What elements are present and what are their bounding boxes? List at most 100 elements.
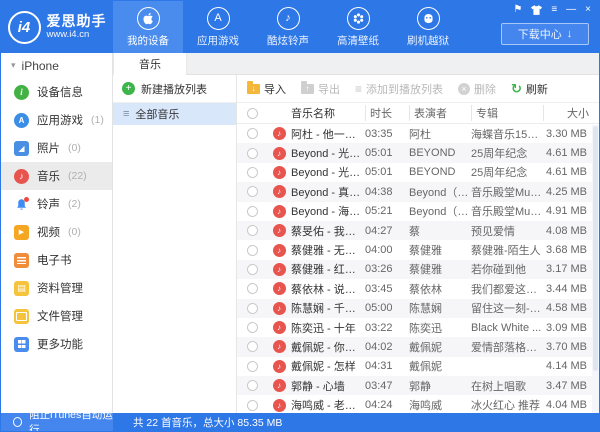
row-checkbox[interactable] bbox=[246, 322, 258, 334]
window-controls: ⚑ ≡ — × bbox=[513, 4, 591, 16]
refresh-button[interactable]: ↻ 刷新 bbox=[511, 81, 548, 97]
song-size: 4.61 MB bbox=[546, 147, 587, 160]
ringtone-icon: ♪ bbox=[276, 6, 300, 30]
nav-tab-ringtones[interactable]: ♪ 酷炫铃声 bbox=[253, 1, 323, 53]
column-header-artist[interactable]: 表演者 bbox=[409, 105, 471, 121]
song-size: 4.61 MB bbox=[546, 166, 587, 179]
row-checkbox[interactable] bbox=[246, 186, 258, 198]
column-header-name[interactable]: 音乐名称 bbox=[291, 105, 365, 121]
app-url: www.i4.cn bbox=[46, 28, 90, 40]
column-header-album[interactable]: 专辑 bbox=[471, 105, 543, 121]
sidebar-item-more-features[interactable]: 更多功能 bbox=[1, 330, 112, 358]
row-checkbox[interactable] bbox=[246, 166, 258, 178]
toggle-circle-icon[interactable] bbox=[13, 417, 23, 427]
sidebar-item-videos[interactable]: ▶ 视频 (0) bbox=[1, 218, 112, 246]
device-header[interactable]: ▾ iPhone bbox=[1, 53, 112, 78]
table-row[interactable]: ♪ 蔡健雅 - 无底洞 04:00 蔡健雅 蔡健雅-陌生人 3.68 MB bbox=[237, 240, 599, 259]
playlist-item-all-music[interactable]: ≡ 全部音乐 bbox=[113, 103, 236, 125]
song-note-icon: ♪ bbox=[272, 243, 286, 257]
table-row[interactable]: ♪ 蔡健雅 - 红色高跟鞋 03:26 蔡健雅 若你碰到他 3.17 MB bbox=[237, 259, 599, 280]
import-button[interactable]: ↓ 导入 bbox=[247, 81, 286, 97]
row-checkbox[interactable] bbox=[246, 225, 258, 237]
add-to-playlist-button[interactable]: ≡ 添加到播放列表 bbox=[355, 81, 443, 97]
sidebar-item-device-info[interactable]: i 设备信息 bbox=[1, 78, 112, 106]
column-header-size[interactable]: 大小 bbox=[543, 105, 599, 121]
sidebar-item-music[interactable]: ♪ 音乐 (22) bbox=[1, 162, 112, 190]
new-playlist-button[interactable]: + 新建播放列表 bbox=[113, 75, 236, 103]
feedback-flag-icon[interactable]: ⚑ bbox=[513, 4, 522, 16]
table-row[interactable]: ♪ 郭静 - 心墙 03:47 郭静 在树上唱歌 3.47 MB bbox=[237, 376, 599, 396]
table-row[interactable]: ♪ 海鸣威 - 老人与海 04:24 海鸣威 冰火红心 推荐 4.04 MB bbox=[237, 395, 599, 413]
song-note-icon: ♪ bbox=[272, 224, 286, 238]
table-row[interactable]: ♪ Beyond - 真的爱你 04:38 Beyond（黄... 音乐殿堂Mu… bbox=[237, 182, 599, 202]
table-row[interactable]: ♪ 阿杜 - 他一定很爱你 03:35 阿杜 海蝶音乐15周... 3.30 M… bbox=[237, 124, 599, 143]
song-name: 陈慧娴 - 千千阕歌 bbox=[291, 303, 365, 316]
row-checkbox[interactable] bbox=[246, 205, 258, 217]
sidebar-item-file-manage[interactable]: 文件管理 bbox=[1, 302, 112, 330]
appstore-icon: A bbox=[206, 6, 230, 30]
row-checkbox[interactable] bbox=[246, 380, 258, 392]
row-checkbox[interactable] bbox=[246, 244, 258, 256]
delete-button[interactable]: × 删除 bbox=[458, 81, 496, 97]
row-checkbox[interactable] bbox=[246, 147, 258, 159]
wallpaper-icon bbox=[346, 6, 370, 30]
row-checkbox[interactable] bbox=[246, 360, 258, 372]
song-name: 郭静 - 心墙 bbox=[291, 380, 345, 393]
tab-music[interactable]: 音乐 bbox=[113, 53, 187, 75]
menu-icon[interactable]: ≡ bbox=[551, 4, 557, 16]
table-row[interactable]: ♪ 蔡依林 - 说爱你 03:45 蔡依林 我们都爱这个伦 3.44 MB bbox=[237, 279, 599, 298]
download-center-button[interactable]: 下载中心 ↓ bbox=[501, 23, 589, 45]
song-note-icon: ♪ bbox=[272, 282, 286, 296]
sidebar-item-data-manage[interactable]: 资料管理 bbox=[1, 274, 112, 302]
row-checkbox[interactable] bbox=[246, 341, 258, 353]
main-area: 音乐 + 新建播放列表 ≡ 全部音乐 ↓ 导入 ↑ 导出 ≡ 添加到播放列表 ×… bbox=[113, 53, 599, 413]
song-artist: Beyond（黄... bbox=[409, 206, 471, 219]
song-note-icon: ♪ bbox=[272, 165, 286, 179]
song-duration: 03:26 bbox=[365, 263, 393, 276]
theme-skin-icon[interactable] bbox=[531, 5, 543, 15]
table-row[interactable]: ♪ Beyond - 光辉岁月 05:01 BEYOND 25周年纪念 4.61… bbox=[237, 143, 599, 163]
song-name: 蔡依林 - 说爱你 bbox=[291, 283, 365, 296]
select-all-checkbox[interactable] bbox=[246, 107, 258, 119]
row-checkbox[interactable] bbox=[246, 128, 258, 140]
collapse-caret-icon[interactable]: ▾ bbox=[11, 60, 16, 71]
row-checkbox[interactable] bbox=[246, 263, 258, 275]
nav-tab-my-devices[interactable]: 我的设备 bbox=[113, 1, 183, 53]
song-album: 音乐殿堂Musi... bbox=[471, 206, 543, 219]
table-row[interactable]: ♪ Beyond - 海阔天空 05:21 Beyond（黄... 音乐殿堂Mu… bbox=[237, 202, 599, 221]
table-row[interactable]: ♪ 蔡旻佑 - 我可以 04:27 蔡 预见爱情 4.08 MB bbox=[237, 220, 599, 241]
minimize-button[interactable]: — bbox=[566, 4, 576, 16]
song-album: 若你碰到他 bbox=[471, 264, 526, 277]
sidebar-item-ebooks[interactable]: 电子书 bbox=[1, 246, 112, 274]
table-row[interactable]: ♪ 陈奕迅 - 十年 03:22 陈奕迅 Black White ... 3.0… bbox=[237, 318, 599, 337]
nav-tab-jailbreak[interactable]: 刷机越狱 bbox=[393, 1, 463, 53]
download-arrow-icon: ↓ bbox=[566, 28, 573, 40]
sidebar-item-ringtones[interactable]: 铃声 (2) bbox=[1, 190, 112, 218]
song-size: 3.44 MB bbox=[546, 282, 587, 295]
song-name: 戴佩妮 - 怎样 bbox=[291, 361, 356, 374]
column-header-duration[interactable]: 时长 bbox=[365, 105, 409, 121]
block-itunes-toggle[interactable]: 阻止iTunes自动运行 bbox=[1, 409, 113, 431]
song-duration: 04:00 bbox=[365, 244, 393, 257]
export-button[interactable]: ↑ 导出 bbox=[301, 81, 340, 97]
row-checkbox[interactable] bbox=[246, 302, 258, 314]
sidebar-item-photos[interactable]: 照片 (0) bbox=[1, 134, 112, 162]
table-row[interactable]: ♪ 戴佩妮 - 怎样 04:31 戴佩妮 4.14 MB bbox=[237, 357, 599, 376]
table-row[interactable]: ♪ Beyond - 光辉岁月 05:01 BEYOND 25周年纪念 4.61… bbox=[237, 163, 599, 182]
row-checkbox[interactable] bbox=[246, 283, 258, 295]
nav-tab-apps-games[interactable]: A 应用游戏 bbox=[183, 1, 253, 53]
song-artist: 郭静 bbox=[409, 380, 431, 393]
table-row[interactable]: ♪ 陈慧娴 - 千千阕歌 05:00 陈慧娴 留住这一刻-陈... 4.58 M… bbox=[237, 298, 599, 318]
table-row[interactable]: ♪ 戴佩妮 - 你要的爱 04:02 戴佩妮 爱情部落格2之... 3.70 M… bbox=[237, 337, 599, 357]
vertical-scrollbar[interactable] bbox=[592, 125, 599, 413]
sidebar: ▾ iPhone i 设备信息 A 应用游戏 (1) 照片 (0) ♪ 音乐 (… bbox=[1, 53, 113, 413]
row-checkbox[interactable] bbox=[246, 399, 258, 411]
device-info-icon: i bbox=[14, 84, 29, 100]
sidebar-item-apps[interactable]: A 应用游戏 (1) bbox=[1, 106, 112, 134]
song-artist: 陈慧娴 bbox=[409, 303, 442, 316]
scrollbar-thumb[interactable] bbox=[593, 126, 598, 371]
song-artist: 蔡依林 bbox=[409, 283, 442, 296]
nav-tab-wallpapers[interactable]: 高清壁纸 bbox=[323, 1, 393, 53]
song-size: 3.70 MB bbox=[546, 340, 587, 353]
close-button[interactable]: × bbox=[585, 4, 591, 16]
